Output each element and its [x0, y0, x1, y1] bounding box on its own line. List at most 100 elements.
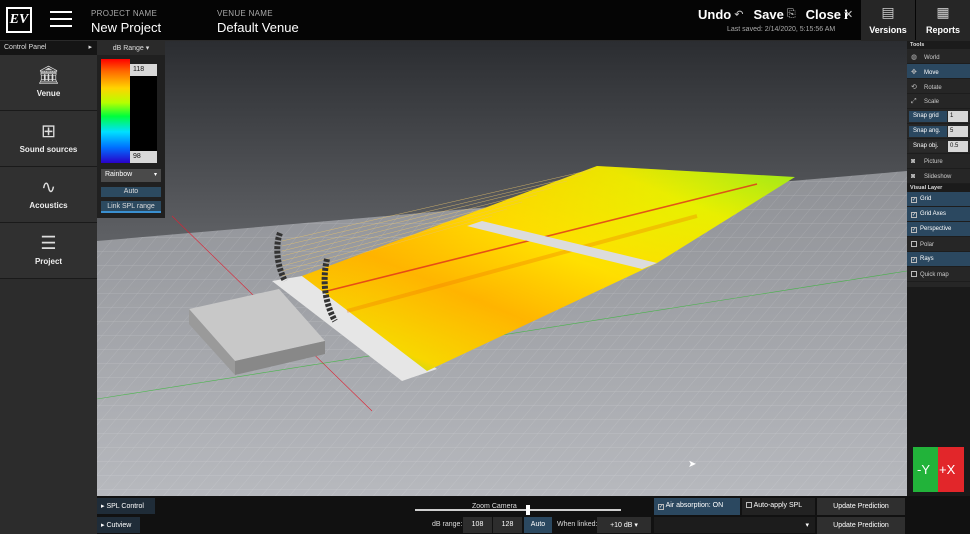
- db-range-panel: 118 98 Rainbow ▾ Auto Link SPL range: [97, 55, 165, 218]
- sidebar-item-sound-sources[interactable]: ⊞ Sound sources: [0, 111, 97, 167]
- db-max-input[interactable]: 118: [130, 64, 157, 76]
- action-group: Undo ↶ Save ⎘ Close ✕: [698, 7, 853, 22]
- versions-icon: ▤: [881, 4, 895, 20]
- reports-icon: ▦: [936, 4, 950, 20]
- air-absorption-checkbox[interactable]: ✓: [658, 504, 664, 510]
- versions-button[interactable]: ▤ Versions: [861, 0, 915, 41]
- venue-icon: 🏛: [37, 65, 60, 85]
- chevron-down-icon: ▾: [805, 522, 809, 529]
- reports-button[interactable]: ▦ Reports: [916, 0, 970, 41]
- gizmo-y-label: -Y: [917, 462, 930, 477]
- grid-axes-checkbox[interactable]: ✓: [911, 212, 917, 218]
- sidebar-item-venue[interactable]: 🏛 Venue: [0, 55, 97, 111]
- db-range-track[interactable]: [130, 76, 157, 151]
- snap-angle-input[interactable]: 5: [948, 126, 968, 137]
- tool-world[interactable]: ◍ World: [907, 49, 970, 64]
- tool-move[interactable]: ✥ Move: [907, 64, 970, 79]
- visual-layer-section-label: Visual Layer: [907, 184, 970, 192]
- project-name[interactable]: New Project: [91, 20, 161, 35]
- camera-icon: ◙: [911, 158, 916, 165]
- polar-checkbox[interactable]: [911, 241, 917, 247]
- venue-name-label: VENUE NAME: [217, 9, 273, 18]
- auto-apply-spl-toggle[interactable]: Auto-apply SPL: [742, 498, 815, 515]
- slideshow-icon: ◙: [911, 173, 916, 180]
- grid-checkbox[interactable]: ✓: [911, 197, 917, 203]
- layer-polar[interactable]: Polar: [907, 237, 970, 252]
- tool-scale[interactable]: ⤢ Scale: [907, 94, 970, 109]
- spl-control-button[interactable]: ▸ SPL Control: [97, 498, 155, 514]
- control-panel-header[interactable]: Control Panel ▸: [0, 41, 97, 55]
- db-range-auto-button[interactable]: Auto: [524, 517, 552, 533]
- save-icon: ⎘: [786, 8, 796, 20]
- db-range-label: dB range:: [432, 521, 463, 528]
- db-range-low-input[interactable]: 108: [463, 517, 492, 533]
- empty-select[interactable]: ▾: [654, 517, 815, 533]
- layer-grid[interactable]: ✓ Grid: [907, 192, 970, 207]
- layer-quick-map[interactable]: Quick map: [907, 267, 970, 282]
- snap-object-row: Snap obj. 0.5: [907, 139, 970, 154]
- snap-object-input[interactable]: 0.5: [948, 141, 968, 152]
- db-min-input[interactable]: 98: [130, 151, 157, 163]
- globe-icon: ◍: [911, 54, 918, 61]
- when-linked-label: When linked:: [557, 521, 598, 528]
- save-button[interactable]: Save ⎘: [753, 7, 795, 22]
- chevron-right-icon: ▸: [88, 44, 92, 51]
- snap-grid-input[interactable]: 1: [948, 111, 968, 122]
- sidebar-item-acoustics[interactable]: ∿ Acoustics: [0, 167, 97, 223]
- project-icon: ☰: [40, 233, 57, 253]
- undo-icon: ↶: [734, 9, 744, 21]
- air-absorption-toggle[interactable]: ✓ Air absorption: ON: [654, 498, 740, 515]
- venue-name[interactable]: Default Venue: [217, 20, 299, 35]
- chevron-right-icon: ▸: [101, 522, 105, 529]
- mouse-cursor-icon: ➤: [688, 459, 697, 470]
- undo-button[interactable]: Undo ↶: [698, 7, 743, 22]
- update-prediction-button-1[interactable]: Update Prediction: [817, 498, 905, 515]
- sound-sources-icon: ⊞: [40, 121, 57, 141]
- update-prediction-button-2[interactable]: Update Prediction: [817, 517, 905, 534]
- perspective-checkbox[interactable]: ✓: [911, 227, 917, 233]
- chevron-right-icon: ▸: [101, 503, 105, 510]
- when-linked-select[interactable]: +10 dB ▾: [597, 517, 651, 533]
- menu-icon[interactable]: [50, 11, 72, 29]
- tool-rotate[interactable]: ⟲ Rotate: [907, 79, 970, 94]
- tools-section-label: Tools: [907, 41, 970, 49]
- last-saved-status: Last saved: 2/14/2020, 5:15:56 AM: [727, 26, 836, 33]
- venue-scene[interactable]: [97, 41, 907, 496]
- tools-panel: Tools ◍ World ✥ Move ⟲ Rotate ⤢ Scale Snap g…: [907, 41, 970, 287]
- ev-logo: EV: [6, 7, 32, 33]
- link-spl-range-button[interactable]: Link SPL range: [101, 201, 161, 213]
- tool-slideshow[interactable]: ◙ Slideshow: [907, 169, 970, 184]
- snap-grid-row: Snap grid 1: [907, 109, 970, 124]
- zoom-camera-slider[interactable]: [415, 505, 621, 515]
- auto-range-button[interactable]: Auto: [101, 187, 161, 197]
- snap-grid-label[interactable]: Snap grid: [909, 111, 947, 122]
- chevron-down-icon: ▾: [153, 172, 157, 178]
- cutview-button[interactable]: ▸ Cutview: [97, 517, 140, 533]
- layer-grid-axes[interactable]: ✓ Grid Axes: [907, 207, 970, 222]
- axis-gizmo[interactable]: -Y +X: [913, 447, 964, 492]
- quick-map-checkbox[interactable]: [911, 271, 917, 277]
- snap-angle-label[interactable]: Snap ang.: [909, 126, 947, 137]
- info-icon[interactable]: i: [844, 8, 848, 24]
- rotate-icon: ⟲: [911, 84, 917, 91]
- db-range-dropdown[interactable]: dB Range ▾: [97, 41, 165, 55]
- chevron-down-icon: ▾: [634, 522, 638, 529]
- move-icon: ✥: [911, 69, 917, 76]
- scale-icon: ⤢: [911, 98, 917, 105]
- layer-perspective[interactable]: ✓ Perspective: [907, 222, 970, 237]
- color-scale-bar: [101, 59, 130, 163]
- auto-apply-checkbox[interactable]: [746, 502, 752, 508]
- db-range-high-input[interactable]: 128: [493, 517, 522, 533]
- layer-rays[interactable]: ✓ Rays: [907, 252, 970, 267]
- sidebar-item-project[interactable]: ☰ Project: [0, 223, 97, 279]
- 3d-viewport[interactable]: [97, 41, 907, 496]
- zoom-slider-thumb[interactable]: [526, 505, 531, 515]
- top-bar: EV PROJECT NAME New Project VENUE NAME D…: [0, 0, 970, 41]
- rays-checkbox[interactable]: ✓: [911, 257, 917, 263]
- palette-select[interactable]: Rainbow ▾: [101, 169, 161, 182]
- tool-picture[interactable]: ◙ Picture: [907, 154, 970, 169]
- snap-object-label[interactable]: Snap obj.: [909, 141, 947, 152]
- snap-angle-row: Snap ang. 5: [907, 124, 970, 139]
- acoustics-icon: ∿: [40, 177, 57, 197]
- project-name-label: PROJECT NAME: [91, 9, 158, 18]
